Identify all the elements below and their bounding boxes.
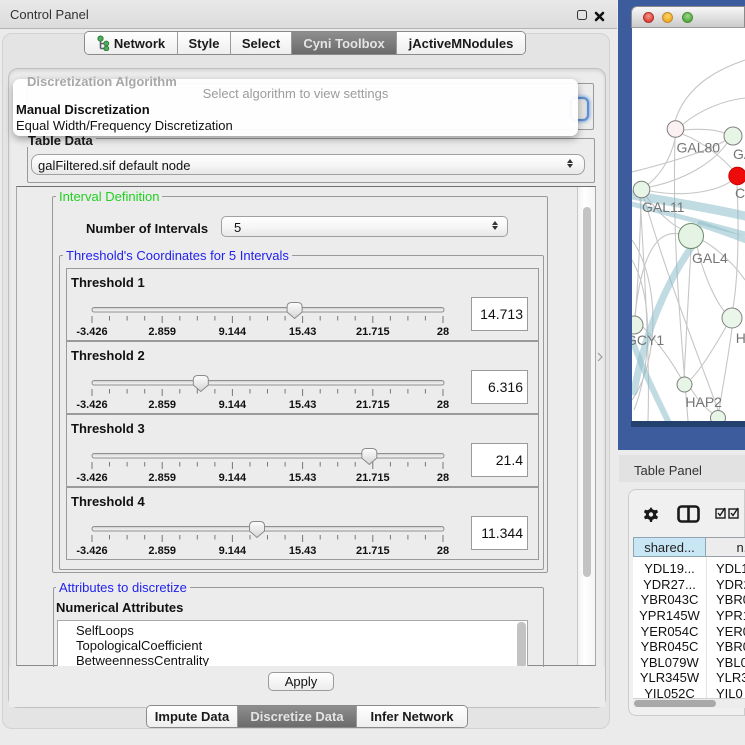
svg-text:2.859: 2.859 — [148, 399, 176, 411]
svg-text:GAL11: GAL11 — [642, 199, 685, 215]
svg-text:2.859: 2.859 — [148, 472, 176, 484]
svg-text:-3.426: -3.426 — [76, 545, 107, 557]
svg-text:28: 28 — [437, 326, 449, 338]
svg-text:28: 28 — [437, 399, 449, 411]
svg-text:GAL4: GAL4 — [692, 250, 728, 266]
svg-text:HAP2: HAP2 — [685, 394, 722, 410]
svg-text:21.715: 21.715 — [356, 472, 390, 484]
svg-text:9.144: 9.144 — [219, 472, 247, 484]
svg-text:28: 28 — [437, 472, 449, 484]
svg-text:2.859: 2.859 — [148, 326, 176, 338]
svg-text:15.43: 15.43 — [289, 326, 317, 338]
svg-text:9.144: 9.144 — [219, 399, 247, 411]
svg-text:2.859: 2.859 — [148, 545, 176, 557]
svg-text:-3.426: -3.426 — [76, 326, 107, 338]
svg-text:C: C — [735, 185, 745, 201]
svg-text:28: 28 — [437, 545, 449, 557]
svg-text:GA: GA — [733, 146, 745, 162]
svg-text:21.715: 21.715 — [356, 399, 390, 411]
svg-text:15.43: 15.43 — [289, 545, 317, 557]
svg-text:GAL80: GAL80 — [677, 140, 721, 156]
svg-text:9.144: 9.144 — [219, 326, 247, 338]
svg-text:21.715: 21.715 — [356, 545, 390, 557]
svg-text:H: H — [736, 330, 745, 346]
svg-text:9.144: 9.144 — [219, 545, 247, 557]
svg-text:15.43: 15.43 — [289, 472, 317, 484]
svg-text:-3.426: -3.426 — [76, 399, 107, 411]
svg-text:GCY1: GCY1 — [632, 332, 664, 348]
svg-text:21.715: 21.715 — [356, 326, 390, 338]
svg-text:-3.426: -3.426 — [76, 472, 107, 484]
svg-text:15.43: 15.43 — [289, 399, 317, 411]
